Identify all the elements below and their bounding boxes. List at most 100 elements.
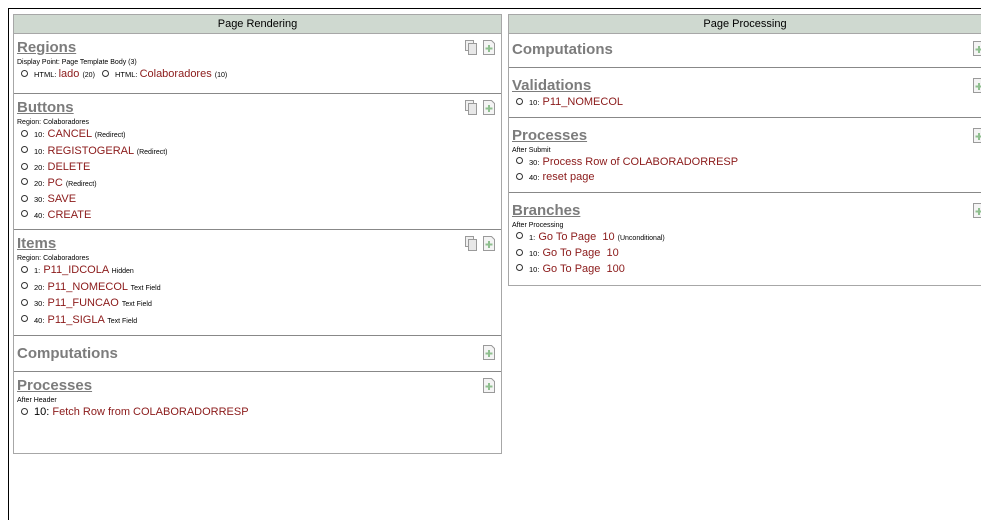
proc-processes-title[interactable]: Processes xyxy=(512,126,977,145)
bullet-icon xyxy=(21,162,28,170)
list-item: 10: REGISTOGERAL (Redirect) xyxy=(17,144,497,161)
bullet-icon xyxy=(516,97,523,105)
validation-link-p11-nomecol[interactable]: P11_NOMECOL xyxy=(543,96,624,108)
branches-section: Branches After Processing 1: Go To Page … xyxy=(509,193,981,284)
validations-icons xyxy=(973,78,981,93)
branch-link-go-to-page-100[interactable]: Go To Page 100 xyxy=(543,263,625,275)
page-processing-header: Page Processing xyxy=(509,15,981,34)
list-item: 20: DELETE xyxy=(17,160,497,176)
bullet-icon xyxy=(21,407,28,415)
button-link-save[interactable]: SAVE xyxy=(48,193,77,205)
button-link-delete[interactable]: DELETE xyxy=(48,161,91,173)
add-icon[interactable] xyxy=(973,78,981,93)
add-icon[interactable] xyxy=(973,202,981,218)
item-type: Text Field xyxy=(130,284,161,292)
list-item: 10: CANCEL (Redirect) xyxy=(17,127,497,144)
proc-computations-title: Computations xyxy=(512,41,613,58)
copy-icon[interactable] xyxy=(465,236,477,251)
list-item: 10: Go To Page 10 xyxy=(512,246,977,262)
bullet-icon xyxy=(21,265,28,273)
region-seq-note: (20) xyxy=(82,72,95,79)
processes-section: Processes After Header 10: Fetch Row fro… xyxy=(14,372,501,426)
item-type: Text Field xyxy=(107,317,138,325)
item-seq: 40: xyxy=(34,210,45,220)
item-seq: 20: xyxy=(34,178,45,188)
item-seq: 30: xyxy=(34,299,45,308)
button-link-cancel[interactable]: CANCEL xyxy=(48,128,92,140)
page-rendering-panel: Page Rendering Regions Display Point: Pa… xyxy=(13,14,502,454)
region-link-lado[interactable]: lado xyxy=(59,68,80,80)
process-link-reset-page[interactable]: reset page xyxy=(543,171,595,183)
bullet-icon xyxy=(516,172,523,180)
page-rendering-header: Page Rendering xyxy=(14,15,501,34)
region-link-colaboradores[interactable]: Colaboradores xyxy=(140,68,212,80)
add-icon[interactable] xyxy=(483,345,495,360)
button-link-pc[interactable]: PC xyxy=(48,177,63,189)
bullet-icon xyxy=(21,282,28,290)
items-title[interactable]: Items xyxy=(17,234,497,253)
list-item: 40: P11_SIGLA Text Field xyxy=(17,313,497,330)
list-item: 20: PC (Redirect) xyxy=(17,176,497,193)
button-link-registogeral[interactable]: REGISTOGERAL xyxy=(48,145,134,157)
item-seq: 40: xyxy=(529,173,540,182)
copy-icon[interactable] xyxy=(465,40,477,55)
item-seq: 10: xyxy=(529,98,540,107)
list-item: 10: P11_NOMECOL xyxy=(512,95,977,111)
proc-processes-icons xyxy=(973,127,981,143)
bullet-icon xyxy=(516,232,523,240)
branch-link-go-to-page-10[interactable]: Go To Page 10 xyxy=(538,231,614,243)
button-link-create[interactable]: CREATE xyxy=(48,209,92,221)
buttons-list: 10: CANCEL (Redirect) 10: REGISTOGERAL (… xyxy=(17,127,497,223)
item-seq: 10: xyxy=(34,146,45,156)
buttons-icons xyxy=(465,100,495,115)
region-type: HTML xyxy=(114,70,136,79)
list-item: 30: SAVE xyxy=(17,192,497,208)
regions-icons xyxy=(465,40,495,55)
items-region: Region: Colaboradores xyxy=(17,255,89,262)
list-item: 30: P11_FUNCAO Text Field xyxy=(17,296,497,313)
processes-title[interactable]: Processes xyxy=(17,376,497,395)
process-link-process-row[interactable]: Process Row of COLABORADORRESP xyxy=(543,156,739,168)
regions-list: HTML: lado (20) HTML: Colaboradores (10) xyxy=(17,67,497,83)
item-link-p11-funcao[interactable]: P11_FUNCAO xyxy=(48,297,119,309)
proc-computations-icons xyxy=(973,41,981,56)
item-seq: 10: xyxy=(34,406,50,418)
item-link-p11-nomecol[interactable]: P11_NOMECOL xyxy=(48,281,128,293)
bullet-icon xyxy=(21,129,28,137)
computations-icons xyxy=(483,345,495,360)
item-link-p11-idcola[interactable]: P11_IDCOLA xyxy=(43,264,108,276)
processes-icons xyxy=(483,378,495,393)
bullet-icon xyxy=(516,264,523,272)
bullet-icon xyxy=(21,146,28,154)
item-seq: 10: xyxy=(529,264,540,274)
item-seq: 20: xyxy=(34,282,45,292)
region-type: HTML xyxy=(34,70,55,79)
buttons-title[interactable]: Buttons xyxy=(17,98,497,117)
add-icon[interactable] xyxy=(483,100,495,115)
add-icon[interactable] xyxy=(973,127,981,143)
process-link-fetch-row[interactable]: Fetch Row from COLABORADORRESP xyxy=(52,406,248,418)
item-link-p11-sigla[interactable]: P11_SIGLA xyxy=(48,314,105,326)
computations-title: Computations xyxy=(17,345,118,362)
list-item: 20: P11_NOMECOL Text Field xyxy=(17,280,497,297)
add-icon[interactable] xyxy=(973,41,981,56)
add-icon[interactable] xyxy=(483,378,495,393)
add-icon[interactable] xyxy=(483,40,495,55)
branch-link-go-to-page-10[interactable]: Go To Page 10 xyxy=(543,247,619,259)
items-icons xyxy=(465,236,495,251)
bullet-icon xyxy=(21,298,28,306)
item-note: (Unconditional) xyxy=(617,234,665,242)
bullet-icon xyxy=(21,69,28,77)
bullet-icon xyxy=(21,194,28,202)
copy-icon[interactable] xyxy=(465,100,477,115)
buttons-section: Buttons Region: Colaboradores 10: CANCEL… xyxy=(14,94,501,230)
bullet-icon xyxy=(21,210,28,218)
regions-section: Regions Display Point: Page Template Bod… xyxy=(14,34,501,94)
bullet-icon xyxy=(21,315,28,323)
validations-title[interactable]: Validations xyxy=(512,76,977,95)
list-item: 40: CREATE xyxy=(17,208,497,224)
computations-section: Computations xyxy=(14,336,501,372)
branches-title[interactable]: Branches xyxy=(512,201,977,220)
add-icon[interactable] xyxy=(483,236,495,251)
regions-title[interactable]: Regions xyxy=(17,38,497,57)
